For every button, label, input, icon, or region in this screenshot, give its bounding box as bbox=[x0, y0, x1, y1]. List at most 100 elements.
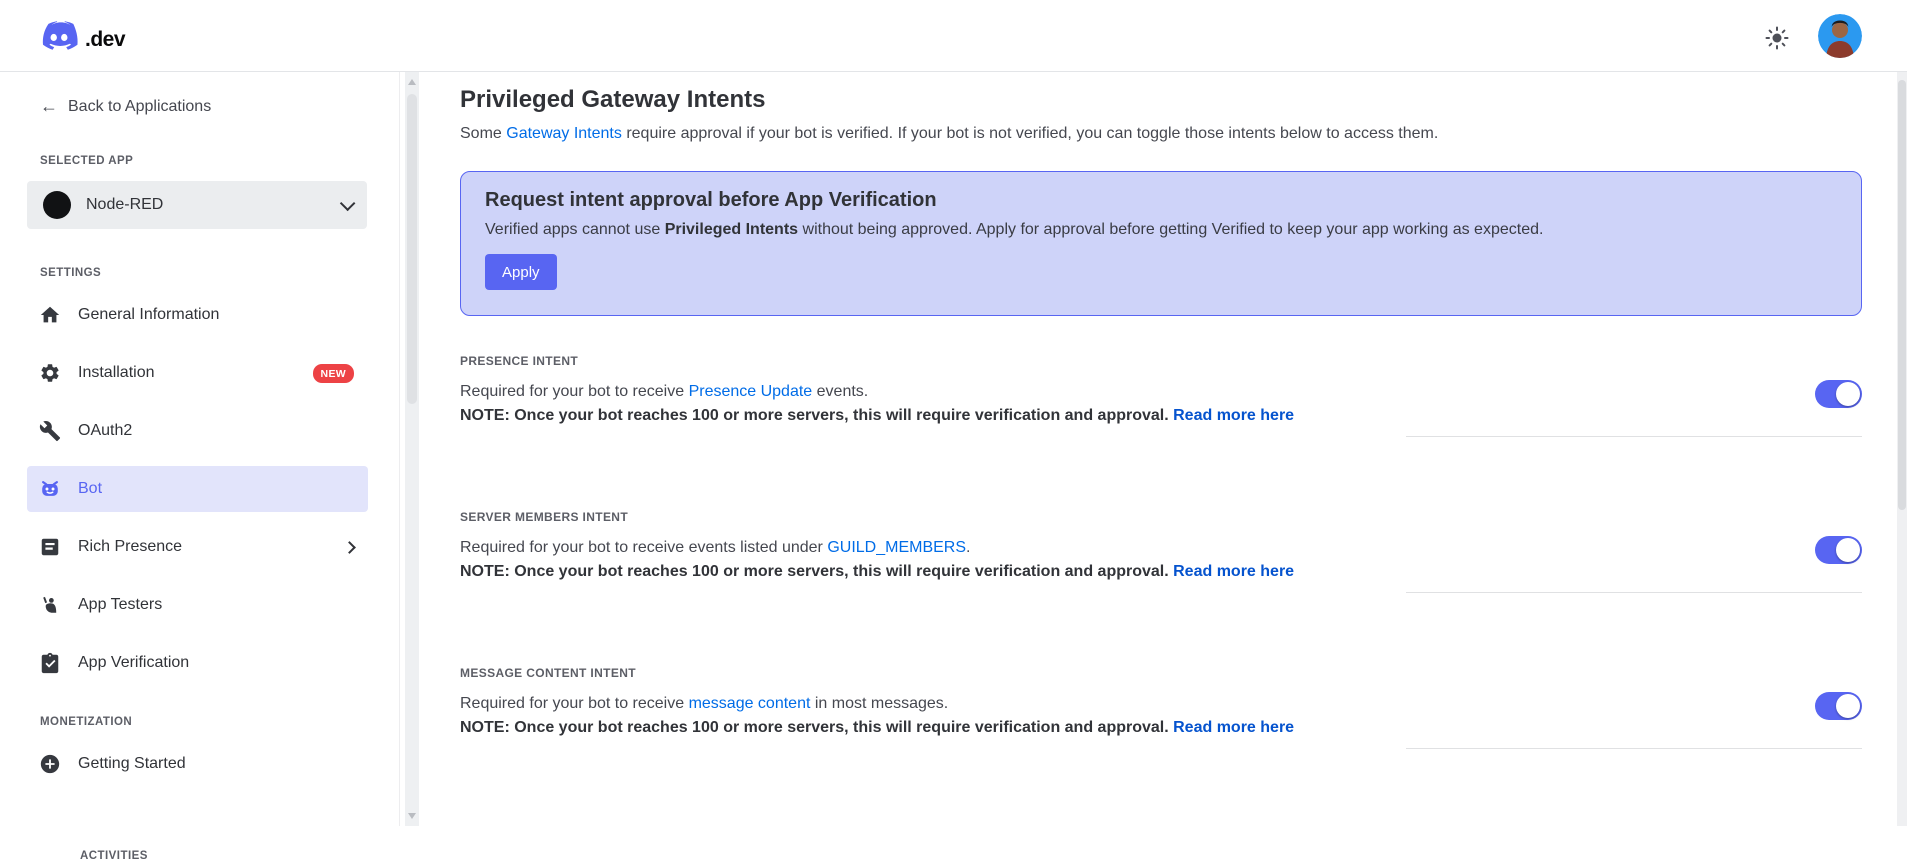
robot-icon bbox=[38, 477, 62, 501]
section-divider bbox=[1406, 436, 1862, 437]
app-selector-dropdown[interactable]: Node-RED bbox=[27, 181, 367, 229]
intent-note: NOTE: Once your bot reaches 100 or more … bbox=[460, 407, 1294, 424]
sidebar-item-label: App Verification bbox=[78, 654, 354, 672]
message-content-intent-toggle[interactable] bbox=[1815, 692, 1862, 720]
monetization-section-label: MONETIZATION bbox=[40, 716, 399, 728]
sidebar-item-oauth2[interactable]: OAuth2 bbox=[27, 408, 368, 454]
server-members-intent-section: SERVER MEMBERS INTENT Required for your … bbox=[460, 510, 1862, 593]
sidebar: ← Back to Applications SELECTED APP Node… bbox=[0, 72, 400, 826]
main-content: Privileged Gateway Intents Some Gateway … bbox=[419, 72, 1897, 826]
banner-body-post: without being approved. Apply for approv… bbox=[798, 221, 1543, 238]
sidebar-item-app-testers[interactable]: App Testers bbox=[27, 582, 368, 628]
intro-pre: Some bbox=[460, 125, 506, 142]
scrollbar-down-arrow[interactable] bbox=[408, 813, 416, 819]
intent-label: MESSAGE CONTENT INTENT bbox=[460, 666, 1862, 680]
presence-update-link[interactable]: Presence Update bbox=[689, 383, 813, 400]
intent-label: PRESENCE INTENT bbox=[460, 354, 1862, 368]
toggle-knob bbox=[1836, 382, 1860, 406]
selected-app-name: Node-RED bbox=[86, 196, 340, 214]
intent-desc-pre: Required for your bot to receive bbox=[460, 695, 689, 712]
intent-approval-banner: Request intent approval before App Verif… bbox=[460, 171, 1862, 316]
settings-nav: General Information Installation NEW OAu… bbox=[0, 292, 399, 686]
person-raising-hand-icon bbox=[38, 593, 62, 617]
intent-desc-post: in most messages. bbox=[810, 695, 948, 712]
presence-intent-toggle[interactable] bbox=[1815, 380, 1862, 408]
intent-note-text: NOTE: Once your bot reaches 100 or more … bbox=[460, 719, 1173, 736]
wrench-icon bbox=[38, 419, 62, 443]
intent-desc-pre: Required for your bot to receive bbox=[460, 383, 689, 400]
sidebar-item-rich-presence[interactable]: Rich Presence bbox=[27, 524, 368, 570]
apply-button[interactable]: Apply bbox=[485, 254, 557, 290]
app-icon bbox=[43, 191, 71, 219]
sidebar-item-label: Getting Started bbox=[78, 755, 354, 773]
sidebar-scrollbar[interactable] bbox=[405, 72, 419, 826]
server-members-intent-toggle[interactable] bbox=[1815, 536, 1862, 564]
intent-note-text: NOTE: Once your bot reaches 100 or more … bbox=[460, 563, 1173, 580]
intent-desc-post: events. bbox=[812, 383, 868, 400]
gear-icon bbox=[38, 361, 62, 385]
sidebar-item-label: General Information bbox=[78, 306, 354, 324]
section-divider bbox=[1406, 748, 1862, 749]
read-more-link[interactable]: Read more here bbox=[1173, 719, 1294, 736]
gateway-intents-link[interactable]: Gateway Intents bbox=[506, 125, 622, 142]
banner-title: Request intent approval before App Verif… bbox=[485, 189, 1837, 212]
discord-dev-logo[interactable]: .dev bbox=[37, 21, 125, 58]
back-to-applications-label: Back to Applications bbox=[68, 98, 211, 116]
intent-note: NOTE: Once your bot reaches 100 or more … bbox=[460, 563, 1294, 580]
chevron-down-icon bbox=[340, 195, 356, 211]
intent-note-text: NOTE: Once your bot reaches 100 or more … bbox=[460, 407, 1173, 424]
settings-section-label: SETTINGS bbox=[40, 267, 399, 279]
intent-description: Required for your bot to receive events … bbox=[460, 536, 1862, 584]
intent-desc-pre: Required for your bot to receive events … bbox=[460, 539, 827, 556]
chevron-right-icon bbox=[343, 541, 356, 554]
scrollbar-up-arrow[interactable] bbox=[408, 79, 416, 85]
intent-note: NOTE: Once your bot reaches 100 or more … bbox=[460, 719, 1294, 736]
selected-app-label: SELECTED APP bbox=[40, 155, 399, 167]
sidebar-item-label: Bot bbox=[78, 480, 354, 498]
new-badge: NEW bbox=[313, 364, 354, 383]
intro-post: require approval if your bot is verified… bbox=[622, 125, 1438, 142]
section-divider bbox=[1406, 592, 1862, 593]
guild-members-link[interactable]: GUILD_MEMBERS bbox=[827, 539, 966, 556]
page-scrollbar[interactable] bbox=[1897, 72, 1907, 826]
card-lines-icon bbox=[38, 535, 62, 559]
user-avatar[interactable] bbox=[1818, 14, 1862, 58]
sidebar-scrollbar-thumb[interactable] bbox=[407, 94, 417, 404]
message-content-link[interactable]: message content bbox=[689, 695, 811, 712]
plus-circle-icon bbox=[38, 752, 62, 776]
message-content-intent-section: MESSAGE CONTENT INTENT Required for your… bbox=[460, 666, 1862, 749]
presence-intent-section: PRESENCE INTENT Required for your bot to… bbox=[460, 354, 1862, 437]
page-scrollbar-thumb[interactable] bbox=[1898, 80, 1906, 510]
page-title: Privileged Gateway Intents bbox=[460, 86, 1862, 114]
activities-section-label: ACTIVITIES bbox=[80, 850, 148, 862]
sidebar-item-label: Installation bbox=[78, 364, 313, 382]
intent-label: SERVER MEMBERS INTENT bbox=[460, 510, 1862, 524]
intent-desc-post: . bbox=[966, 539, 970, 556]
top-bar: .dev bbox=[0, 0, 1907, 72]
sidebar-item-getting-started[interactable]: Getting Started bbox=[27, 741, 368, 787]
back-to-applications-link[interactable]: ← Back to Applications bbox=[40, 96, 399, 117]
sidebar-item-installation[interactable]: Installation NEW bbox=[27, 350, 368, 396]
banner-body-bold: Privileged Intents bbox=[665, 221, 798, 238]
back-arrow-icon: ← bbox=[40, 96, 58, 117]
home-icon bbox=[38, 303, 62, 327]
banner-body-pre: Verified apps cannot use bbox=[485, 221, 665, 238]
toggle-knob bbox=[1836, 538, 1860, 562]
sidebar-item-label: App Testers bbox=[78, 596, 354, 614]
read-more-link[interactable]: Read more here bbox=[1173, 563, 1294, 580]
toggle-knob bbox=[1836, 694, 1860, 718]
sidebar-item-app-verification[interactable]: App Verification bbox=[27, 640, 368, 686]
banner-body: Verified apps cannot use Privileged Inte… bbox=[485, 221, 1837, 239]
intro-text: Some Gateway Intents require approval if… bbox=[460, 124, 1862, 144]
intent-description: Required for your bot to receive Presenc… bbox=[460, 380, 1862, 428]
read-more-link[interactable]: Read more here bbox=[1173, 407, 1294, 424]
clipboard-check-icon bbox=[38, 651, 62, 675]
logo-dev-suffix: .dev bbox=[85, 28, 125, 52]
sidebar-item-label: Rich Presence bbox=[78, 538, 345, 556]
monetization-nav: Getting Started bbox=[0, 741, 399, 787]
sidebar-item-label: OAuth2 bbox=[78, 422, 354, 440]
discord-mark-icon bbox=[37, 21, 81, 58]
sidebar-item-bot[interactable]: Bot bbox=[27, 466, 368, 512]
theme-toggle-sun-icon[interactable] bbox=[1765, 26, 1789, 50]
sidebar-item-general-information[interactable]: General Information bbox=[27, 292, 368, 338]
